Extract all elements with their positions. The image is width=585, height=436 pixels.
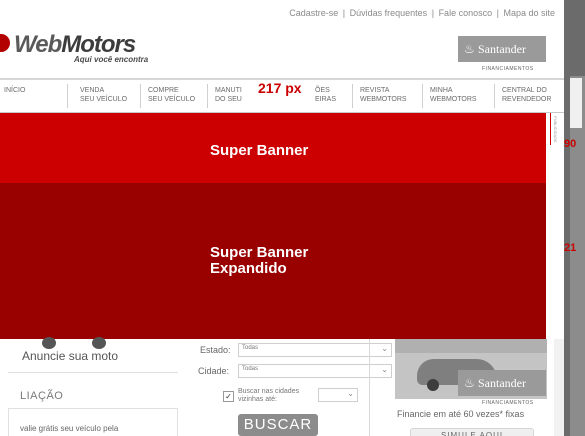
simule-aqui-button[interactable]: SIMULE AQUI [410,428,534,436]
santander-flame-icon: ♨ [464,376,475,390]
financie-text: Financie em até 60 vezes* fixas [397,409,525,419]
financiamentos-label: FINANCIAMENTOS [482,400,534,406]
link-mapa-site[interactable]: Mapa do site [503,8,555,18]
nav-item-central[interactable]: CENTRAL DO REVENDEDOR [502,86,551,104]
chevron-down-icon: ⌄ [381,344,388,353]
nav-item-manutencao[interactable]: MANUTI DO SEU [215,86,242,104]
chevron-down-icon: ⌄ [347,389,354,398]
avalie-text: valie grátis seu veículo pela [20,424,119,433]
nav-item-venda[interactable]: VENDA SEU VEÍCULO [80,86,127,104]
super-banner[interactable]: Super Banner [0,113,546,183]
column-divider [369,339,370,436]
distancia-select[interactable]: ⌄ [318,388,358,402]
publicidade-strip: PUBLICIDADE [550,113,564,145]
page: Cadastre-se | Dúvidas frequentes | Fale … [0,0,564,436]
super-banner-expandido[interactable]: Super Banner Expandido [0,183,546,339]
buscar-vizinhas-checkbox[interactable]: ✓ [223,391,234,402]
nav-divider [494,84,495,108]
santander-ad-logo: ♨ Santander [458,370,546,396]
estado-label: Estado: [200,345,231,355]
nav-item-cotacoes[interactable]: ÕES EIRAS [315,86,336,104]
nav-divider [352,84,353,108]
nav-item-inicio[interactable]: INÍCIO [4,86,25,95]
buscar-vizinhas-label: Buscar nas cidades vizinhas até: [238,388,300,403]
top-links: Cadastre-se | Dúvidas frequentes | Fale … [288,8,556,18]
separator: | [496,8,499,18]
height-measure-label-21: 21 [564,242,577,254]
chevron-down-icon: ⌄ [381,365,388,374]
cidade-value: Todas [242,366,259,372]
financiamentos-label: FINANCIAMENTOS [482,66,534,72]
nav-divider [67,84,68,108]
logo-mark-icon [0,34,10,52]
divider [8,372,178,373]
nav-item-revista[interactable]: REVISTA WEBMOTORS [360,86,407,104]
separator: | [342,8,346,18]
nav-item-minha[interactable]: MINHA WEBMOTORS [430,86,477,104]
right-gutter-panel [570,78,582,128]
avaliacao-title: LIAÇÃO [20,390,64,402]
anuncie-moto-link[interactable]: Anuncie sua moto [22,349,118,363]
link-cadastre[interactable]: Cadastre-se [289,8,338,18]
estado-value: Todas [242,345,259,351]
buscar-button[interactable]: BUSCAR [238,414,318,436]
wheel-icon [427,379,439,391]
logo-tagline: Aqui você encontra [74,55,149,64]
super-banner-label: Super Banner [210,142,309,159]
link-fale-conosco[interactable]: Fale conosco [439,8,493,18]
santander-name: Santander [478,42,526,56]
santander-flame-icon: ♨ [464,42,475,56]
santander-logo[interactable]: ♨ Santander [458,36,546,62]
separator: | [431,8,435,18]
width-measure-label: 217 px [256,80,304,96]
right-strip [554,339,564,436]
building-shape [395,339,547,353]
nav-item-compre[interactable]: COMPRE SEU VEÍCULO [148,86,195,104]
motorcycle-wheel-icon [92,337,106,349]
motorcycle-wheel-icon [42,337,56,349]
link-duvidas[interactable]: Dúvidas frequentes [350,8,428,18]
nav-divider [140,84,141,108]
height-measure-label-90: 90 [564,138,577,150]
nav-divider [422,84,423,108]
webmotors-logo[interactable]: WebMotors Aqui você encontra [0,30,150,70]
super-banner-expandido-label: Super Banner Expandido [210,244,309,277]
publicidade-label: PUBLICIDADE [553,116,558,143]
nav-divider [207,84,208,108]
right-gutter [570,76,585,436]
cidade-label: Cidade: [198,366,230,376]
santander-name: Santander [478,376,526,390]
